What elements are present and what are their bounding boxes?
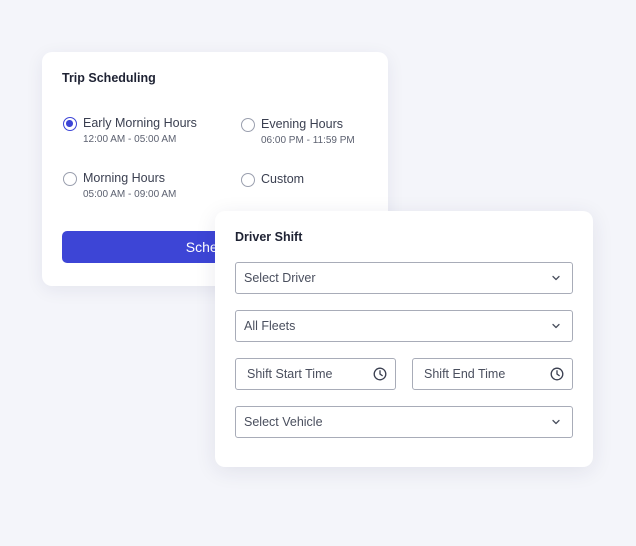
radio-label: Morning Hours xyxy=(83,171,165,185)
radio-time-range: 05:00 AM - 09:00 AM xyxy=(83,189,177,200)
radio-time-range: 12:00 AM - 05:00 AM xyxy=(83,134,177,145)
select-vehicle-placeholder: Select Vehicle xyxy=(244,415,323,429)
radio-checked-icon[interactable] xyxy=(63,117,77,131)
select-vehicle-dropdown[interactable]: Select Vehicle xyxy=(235,406,573,438)
select-driver-dropdown[interactable]: Select Driver xyxy=(235,262,573,294)
radio-time-range: 06:00 PM - 11:59 PM xyxy=(261,135,355,146)
trip-scheduling-title: Trip Scheduling xyxy=(62,71,156,85)
fleet-value: All Fleets xyxy=(244,319,296,333)
clock-icon[interactable] xyxy=(373,367,387,381)
driver-shift-card: Driver Shift Select Driver All Fleets Sh… xyxy=(215,211,593,467)
chevron-down-icon xyxy=(552,419,560,425)
shift-start-time-input[interactable]: Shift Start Time xyxy=(235,358,396,390)
select-driver-placeholder: Select Driver xyxy=(244,271,316,285)
radio-label: Evening Hours xyxy=(261,117,343,131)
shift-start-placeholder: Shift Start Time xyxy=(247,367,333,381)
shift-end-placeholder: Shift End Time xyxy=(424,367,506,381)
radio-unchecked-icon[interactable] xyxy=(63,172,77,186)
radio-label: Custom xyxy=(261,172,305,186)
shift-end-time-input[interactable]: Shift End Time xyxy=(412,358,573,390)
radio-label: Early Morning Hours xyxy=(83,116,197,130)
chevron-down-icon xyxy=(552,323,560,329)
driver-shift-title: Driver Shift xyxy=(235,230,303,244)
clock-icon[interactable] xyxy=(550,367,564,381)
chevron-down-icon xyxy=(552,275,560,281)
radio-unchecked-icon[interactable] xyxy=(241,173,255,187)
radio-unchecked-icon[interactable] xyxy=(241,118,255,132)
fleet-dropdown[interactable]: All Fleets xyxy=(235,310,573,342)
